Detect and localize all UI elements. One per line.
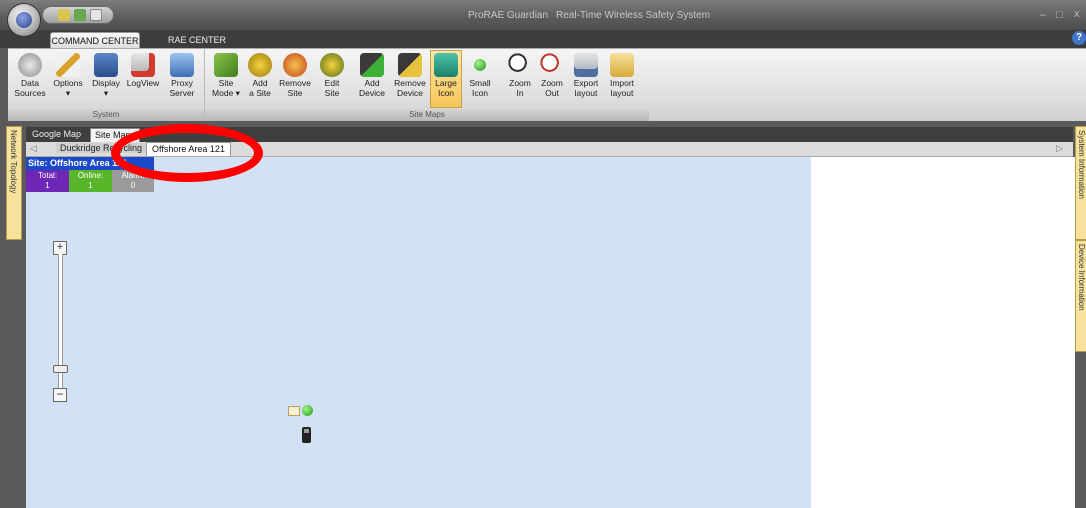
site-mode-icon [214,53,238,77]
alarm-value: 0 [130,181,136,190]
tab-google-map[interactable]: Google Map [28,128,85,141]
proxy-server-label-2: Server [169,87,195,98]
data-sources-button[interactable]: Data Sources [12,51,48,107]
zoom-in-label-2: In [516,87,524,98]
quick-access-toolbar [42,6,114,24]
online-badge: Online: 1 [69,170,112,192]
zoom-slider-handle[interactable] [53,365,68,373]
export-layout-button[interactable]: Export layout [569,51,603,107]
add-device-label-2: Device [359,87,385,98]
zoom-out-icon [540,53,564,77]
log-icon [131,53,155,77]
system-information-label: System Information [1077,130,1086,199]
online-label: Online: [77,171,104,180]
add-device-icon [360,53,384,77]
map-zoom-in-button[interactable]: + [53,241,67,255]
annotation-ellipse [111,124,263,182]
site-mode-button[interactable]: Site Mode ▾ [209,51,243,107]
display-icon [94,53,118,77]
scroll-left-arrow-icon[interactable]: ◁ [30,143,37,154]
online-value: 1 [88,181,93,190]
site-maps-group: Site Mode ▾ Add a Site Remove Site Edit … [205,49,649,121]
logview-label: LogView [126,78,160,88]
application-menu-button[interactable] [8,4,40,36]
folder-open-icon [610,53,634,77]
device-screen [304,429,309,433]
tab-rae-center[interactable]: RAE CENTER [160,32,234,48]
device-information-tab[interactable]: Device Information [1075,240,1086,352]
gear-db-icon [18,53,42,77]
data-sources-label-2: Sources [14,87,46,98]
server-icon [170,53,194,77]
proxy-server-button[interactable]: Proxy Server [164,51,200,107]
options-button[interactable]: Options ▾ [50,51,86,107]
site-map-canvas[interactable] [26,157,811,508]
scroll-right-arrow-icon[interactable]: ▷ [1056,143,1063,154]
edit-site-button[interactable]: Edit Site [315,51,349,107]
large-icon-label-2: Icon [437,87,455,98]
app-logo-icon [16,12,32,28]
help-icon[interactable]: ? [1072,31,1086,45]
site-mode-label-2: Mode ▾ [212,87,240,98]
edit-site-icon [320,53,344,77]
options-dropdown-arrow: ▾ [65,87,71,98]
zoom-out-button[interactable]: Zoom Out [537,51,567,107]
device-information-label: Device Information [1077,244,1086,311]
qat-window-icon[interactable] [90,9,102,21]
qat-save-icon[interactable] [58,9,70,21]
total-label: Total: [37,171,58,180]
qat-undo-icon[interactable] [74,9,86,21]
add-site-icon [248,53,272,77]
remove-site-icon [283,53,307,77]
remove-device-label-2: Device [397,87,423,98]
remove-site-label-2: Site [287,87,303,98]
network-topology-label: Network Topology [9,130,18,194]
remove-device-icon [398,53,422,77]
map-zoom-out-button[interactable]: − [53,388,67,402]
map-blank-area [811,157,1075,508]
minimize-button[interactable]: – [1040,9,1046,21]
logview-button[interactable]: LogView [124,51,162,107]
import-layout-button[interactable]: Import layout [605,51,639,107]
tools-icon [56,53,80,77]
ribbon-tab-strip: COMMAND CENTER RAE CENTER [0,30,1086,49]
network-topology-tab[interactable]: Network Topology [6,126,22,240]
maximize-button[interactable]: □ [1056,9,1063,21]
app-title: ProRAE Guardian [468,10,549,21]
site-maps-group-label: Site Maps [205,109,649,121]
add-site-label-2: a Site [249,87,271,98]
export-layout-label-2: layout [574,87,598,98]
import-layout-label-2: layout [610,87,634,98]
zoom-in-button[interactable]: Zoom In [505,51,535,107]
remove-site-button[interactable]: Remove Site [277,51,313,107]
display-button[interactable]: Display ▾ [88,51,124,107]
close-button[interactable]: x [1074,8,1080,20]
zoom-out-label-2: Out [545,87,559,98]
small-icon-icon [474,59,486,71]
message-icon[interactable] [288,406,300,416]
system-information-tab[interactable]: System Information [1075,126,1086,240]
remove-device-button[interactable]: Remove Device [391,51,429,107]
app-subtitle: Real-Time Wireless Safety System [556,10,711,21]
save-disk-icon [574,53,598,77]
small-icon-label-2: Icon [471,87,489,98]
gas-detector-device-icon[interactable] [302,427,311,443]
large-icon-icon [434,53,458,77]
system-group: Data Sources Options ▾ Display ▾ LogView… [8,49,205,121]
display-dropdown-arrow: ▾ [103,87,109,98]
add-device-button[interactable]: Add Device [355,51,389,107]
add-site-button[interactable]: Add a Site [243,51,277,107]
ribbon: Data Sources Options ▾ Display ▾ LogView… [8,48,1086,121]
total-value: 1 [45,181,50,190]
small-icon-button[interactable]: Small Icon [465,51,495,107]
large-icon-button[interactable]: Large Icon [430,50,462,108]
zoom-in-icon [508,53,532,77]
system-group-label: System [8,109,204,121]
tab-command-center[interactable]: COMMAND CENTER [50,32,140,49]
edit-site-label-2: Site [324,87,340,98]
online-status-icon[interactable] [302,405,313,416]
total-badge: Total: 1 [26,170,69,192]
